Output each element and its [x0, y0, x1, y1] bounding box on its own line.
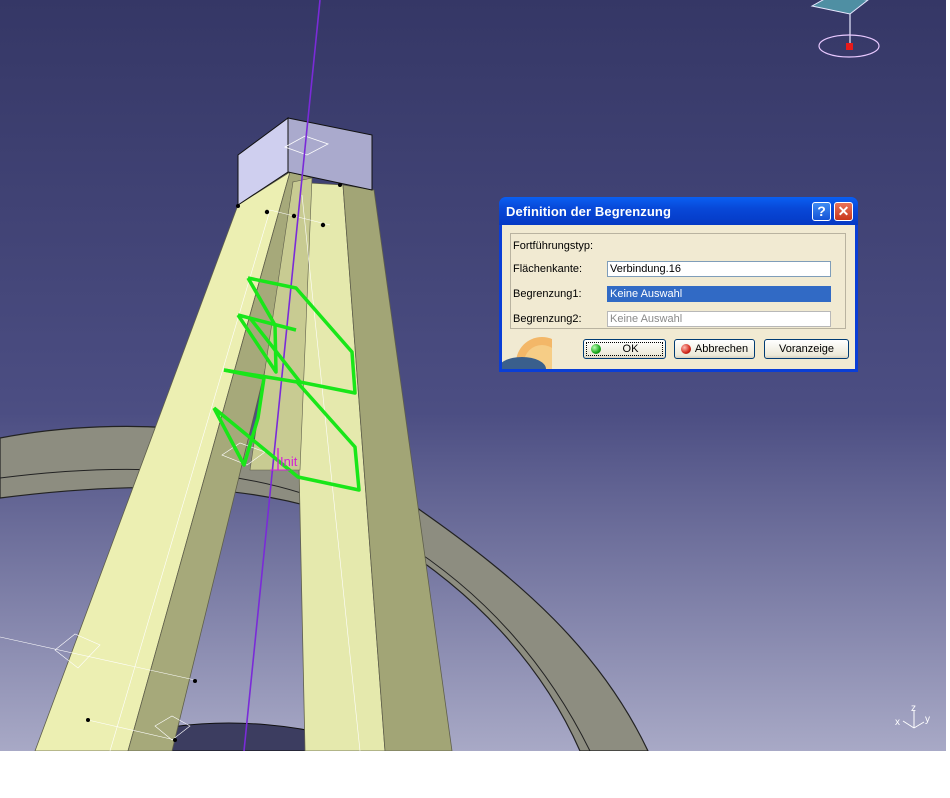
flaechenkante-label: Flächenkante:	[513, 263, 583, 275]
cancel-red-ball-icon	[681, 344, 691, 354]
ok-button[interactable]: OK	[583, 339, 666, 359]
begrenzung2-field[interactable]: Keine Auswahl	[607, 311, 831, 327]
axis-x-label: x	[895, 717, 900, 728]
abbrechen-button[interactable]: Abbrechen	[674, 339, 755, 359]
3d-scene[interactable]: Init z x y	[0, 0, 946, 751]
close-icon[interactable]: ✕	[834, 202, 853, 221]
begrenzung2-label: Begrenzung2:	[513, 313, 582, 325]
voranzeige-button[interactable]: Voranzeige	[764, 339, 849, 359]
dialog-title: Definition der Begrenzung	[506, 204, 671, 219]
abbrechen-button-label: Abbrechen	[694, 343, 749, 355]
ok-button-label: OK	[622, 343, 639, 355]
axis-z-label: z	[911, 703, 916, 714]
catia-logo-art	[502, 337, 552, 369]
flaechenkante-field[interactable]: Verbindung.16	[607, 261, 831, 277]
voranzeige-button-label: Voranzeige	[778, 343, 835, 355]
init-label: Init	[280, 454, 298, 469]
axis-y-label: y	[925, 714, 930, 725]
parameters-group: Fortführungstyp: Flächenkante: Verbindun…	[510, 233, 846, 329]
begrenzung1-label: Begrenzung1:	[513, 288, 582, 300]
dialog-body: Fortführungstyp: Flächenkante: Verbindun…	[502, 225, 855, 369]
3d-viewport[interactable]: Init z x y	[0, 0, 946, 751]
help-icon[interactable]: ?	[812, 202, 831, 221]
fortfuehrungstyp-label: Fortführungstyp:	[513, 240, 594, 252]
ok-green-ball-icon	[591, 344, 601, 354]
dialog-titlebar[interactable]: Definition der Begrenzung	[499, 197, 858, 225]
begrenzung1-field[interactable]: Keine Auswahl	[607, 286, 831, 302]
begrenzung-dialog: Definition der Begrenzung ? ✕ Fortführun…	[499, 197, 858, 372]
